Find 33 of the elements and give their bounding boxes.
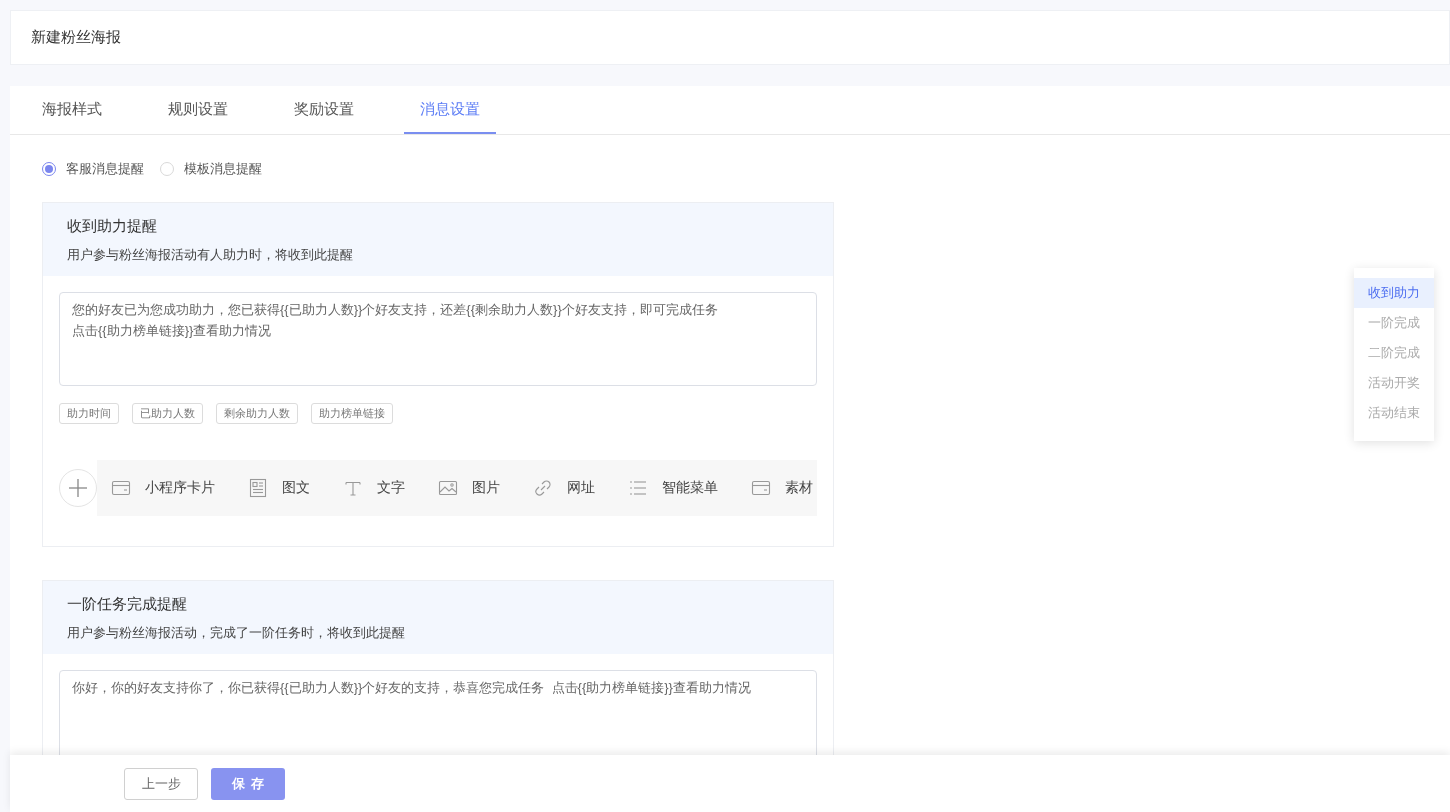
back-button[interactable]: 上一步 — [124, 767, 198, 800]
content-type-button[interactable]: 文字 — [343, 478, 405, 498]
add-button[interactable] — [59, 469, 97, 507]
message-field[interactable]: 您的好友已为您成功助力，您已获得{{已助力人数}}个好友支持，还差{{剩余助力人数}}个好友支持，即可完成任务 点击{{助力榜单链接}}查看助力情况 — [59, 292, 817, 386]
link-icon — [533, 478, 553, 498]
content-type-button[interactable]: 素材 — [751, 478, 813, 498]
list-icon — [628, 478, 648, 498]
content-type-button[interactable]: 智能菜单 — [628, 478, 718, 498]
tab[interactable]: 规则设置 — [152, 86, 244, 134]
content-type-button[interactable]: 图片 — [438, 478, 500, 498]
page-title: 新建粉丝海报 — [31, 28, 121, 47]
content-type-button[interactable]: 图文 — [248, 478, 310, 498]
content-type-button[interactable]: 网址 — [533, 478, 595, 498]
content-type-button[interactable]: 小程序卡片 — [111, 478, 215, 498]
plus-icon — [67, 477, 89, 499]
card-icon — [111, 478, 131, 498]
variable-tag[interactable]: 助力榜单链接 — [311, 403, 393, 424]
variable-tag[interactable]: 已助力人数 — [132, 403, 203, 424]
tab[interactable]: 奖励设置 — [278, 86, 370, 134]
card-description: 用户参与粉丝海报活动，完成了一阶任务时，将收到此提醒 — [67, 624, 406, 642]
card-title: 一阶任务完成提醒 — [67, 595, 188, 614]
variable-tag[interactable]: 助力时间 — [59, 403, 119, 424]
nav-item[interactable]: 收到助力 — [1354, 278, 1434, 308]
radio-label[interactable]: 客服消息提醒 — [66, 160, 144, 178]
card-title: 收到助力提醒 — [67, 217, 158, 236]
card-icon — [751, 478, 771, 498]
tab[interactable]: 消息设置 — [404, 86, 496, 134]
variable-tag[interactable]: 剩余助力人数 — [216, 403, 298, 424]
image-icon — [438, 478, 458, 498]
card-description: 用户参与粉丝海报活动有人助力时，将收到此提醒 — [67, 246, 354, 264]
tab[interactable]: 海报样式 — [26, 86, 118, 134]
radio-label[interactable]: 模板消息提醒 — [184, 160, 262, 178]
article-icon — [248, 478, 268, 498]
